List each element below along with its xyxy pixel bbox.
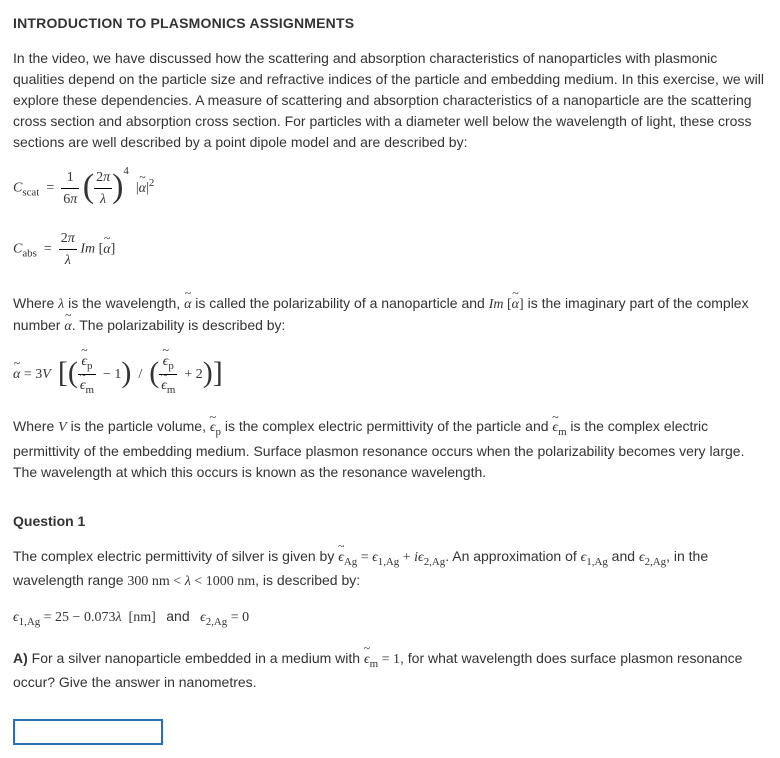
part-a-label: A) — [13, 650, 28, 666]
formula-cscat: Cscat = 16π (2πλ)4 |α|2 — [13, 167, 767, 210]
text: is the particle volume, — [67, 418, 210, 434]
text: and — [608, 548, 639, 564]
text: Where — [13, 295, 58, 311]
formula-eps-approx: ϵ1,Ag = 25 − 0.073λ [nm] and ϵ2,Ag = 0 — [13, 606, 767, 630]
page-title: INTRODUCTION TO PLASMONICS ASSIGNMENTS — [13, 13, 767, 34]
text: , is described by: — [255, 572, 360, 588]
formula-cabs: Cabs = 2πλ Im [α] — [13, 228, 767, 271]
text: is the wavelength, — [64, 295, 184, 311]
answer-input[interactable] — [13, 719, 163, 745]
text: Where — [13, 418, 58, 434]
question-1-text: The complex electric permittivity of sil… — [13, 546, 767, 592]
question-1a-text: A) For a silver nanoparticle embedded in… — [13, 648, 767, 693]
where-paragraph-1: Where λ is the wavelength, α is called t… — [13, 293, 767, 337]
where-paragraph-2: Where V is the particle volume, ϵp is th… — [13, 416, 767, 482]
question-1-heading: Question 1 — [13, 511, 767, 532]
text: . The polarizability is described by: — [72, 317, 286, 333]
text: is the complex electric permittivity of … — [221, 418, 552, 434]
text: The complex electric permittivity of sil… — [13, 548, 338, 564]
formula-polarizability: α = 3V [(ϵpϵm − 1) / (ϵpϵm + 2)] — [13, 351, 767, 398]
intro-paragraph: In the video, we have discussed how the … — [13, 48, 767, 153]
text: is called the polarizability of a nanopa… — [191, 295, 488, 311]
and-label: and — [166, 608, 189, 624]
text: . An approximation of — [445, 548, 580, 564]
text: For a silver nanoparticle embedded in a … — [28, 650, 364, 666]
